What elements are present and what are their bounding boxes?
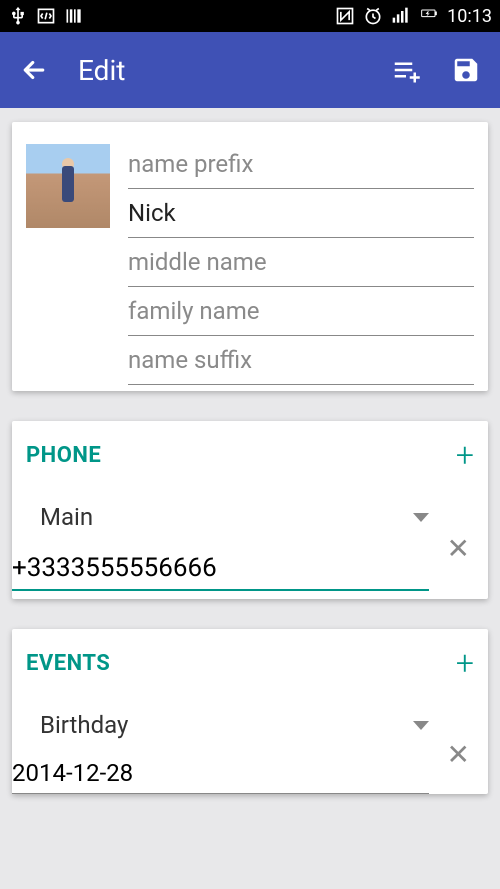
add-phone-button[interactable]: + [456,439,474,471]
add-event-button[interactable]: + [456,647,474,679]
nfc-icon [335,6,355,26]
event-type-label: Birthday [40,711,128,739]
alarm-icon [363,6,383,26]
signal-icon [391,6,411,26]
avatar[interactable] [26,144,110,228]
dev-icon [36,6,56,26]
event-type-select[interactable]: Birthday [26,707,429,749]
battery-icon [419,6,439,26]
phone-type-select[interactable]: Main [26,499,429,541]
phone-section-title: PHONE [26,443,101,468]
usb-icon [8,6,28,26]
status-time: 10:13 [447,6,492,27]
family-name-input[interactable] [128,287,474,336]
phone-section: PHONE + Main ✕ [12,421,488,599]
phone-number-input[interactable] [12,541,429,591]
events-section: EVENTS + Birthday ✕ [12,629,488,794]
name-suffix-input[interactable] [128,336,474,385]
name-card [12,122,488,391]
remove-phone-button[interactable]: ✕ [429,527,474,563]
remove-event-button[interactable]: ✕ [429,733,474,769]
chevron-down-icon [413,721,429,730]
add-list-button[interactable] [390,54,422,86]
first-name-input[interactable] [128,189,474,238]
event-date-input[interactable] [12,749,429,794]
phone-type-label: Main [40,503,93,531]
events-section-title: EVENTS [26,651,110,676]
app-bar: Edit [0,32,500,108]
middle-name-input[interactable] [128,238,474,287]
back-button[interactable] [18,54,50,86]
status-bar: 10:13 [0,0,500,32]
page-title: Edit [78,54,125,87]
save-button[interactable] [450,54,482,86]
chevron-down-icon [413,513,429,522]
barcode-icon [64,6,84,26]
name-prefix-input[interactable] [128,140,474,189]
